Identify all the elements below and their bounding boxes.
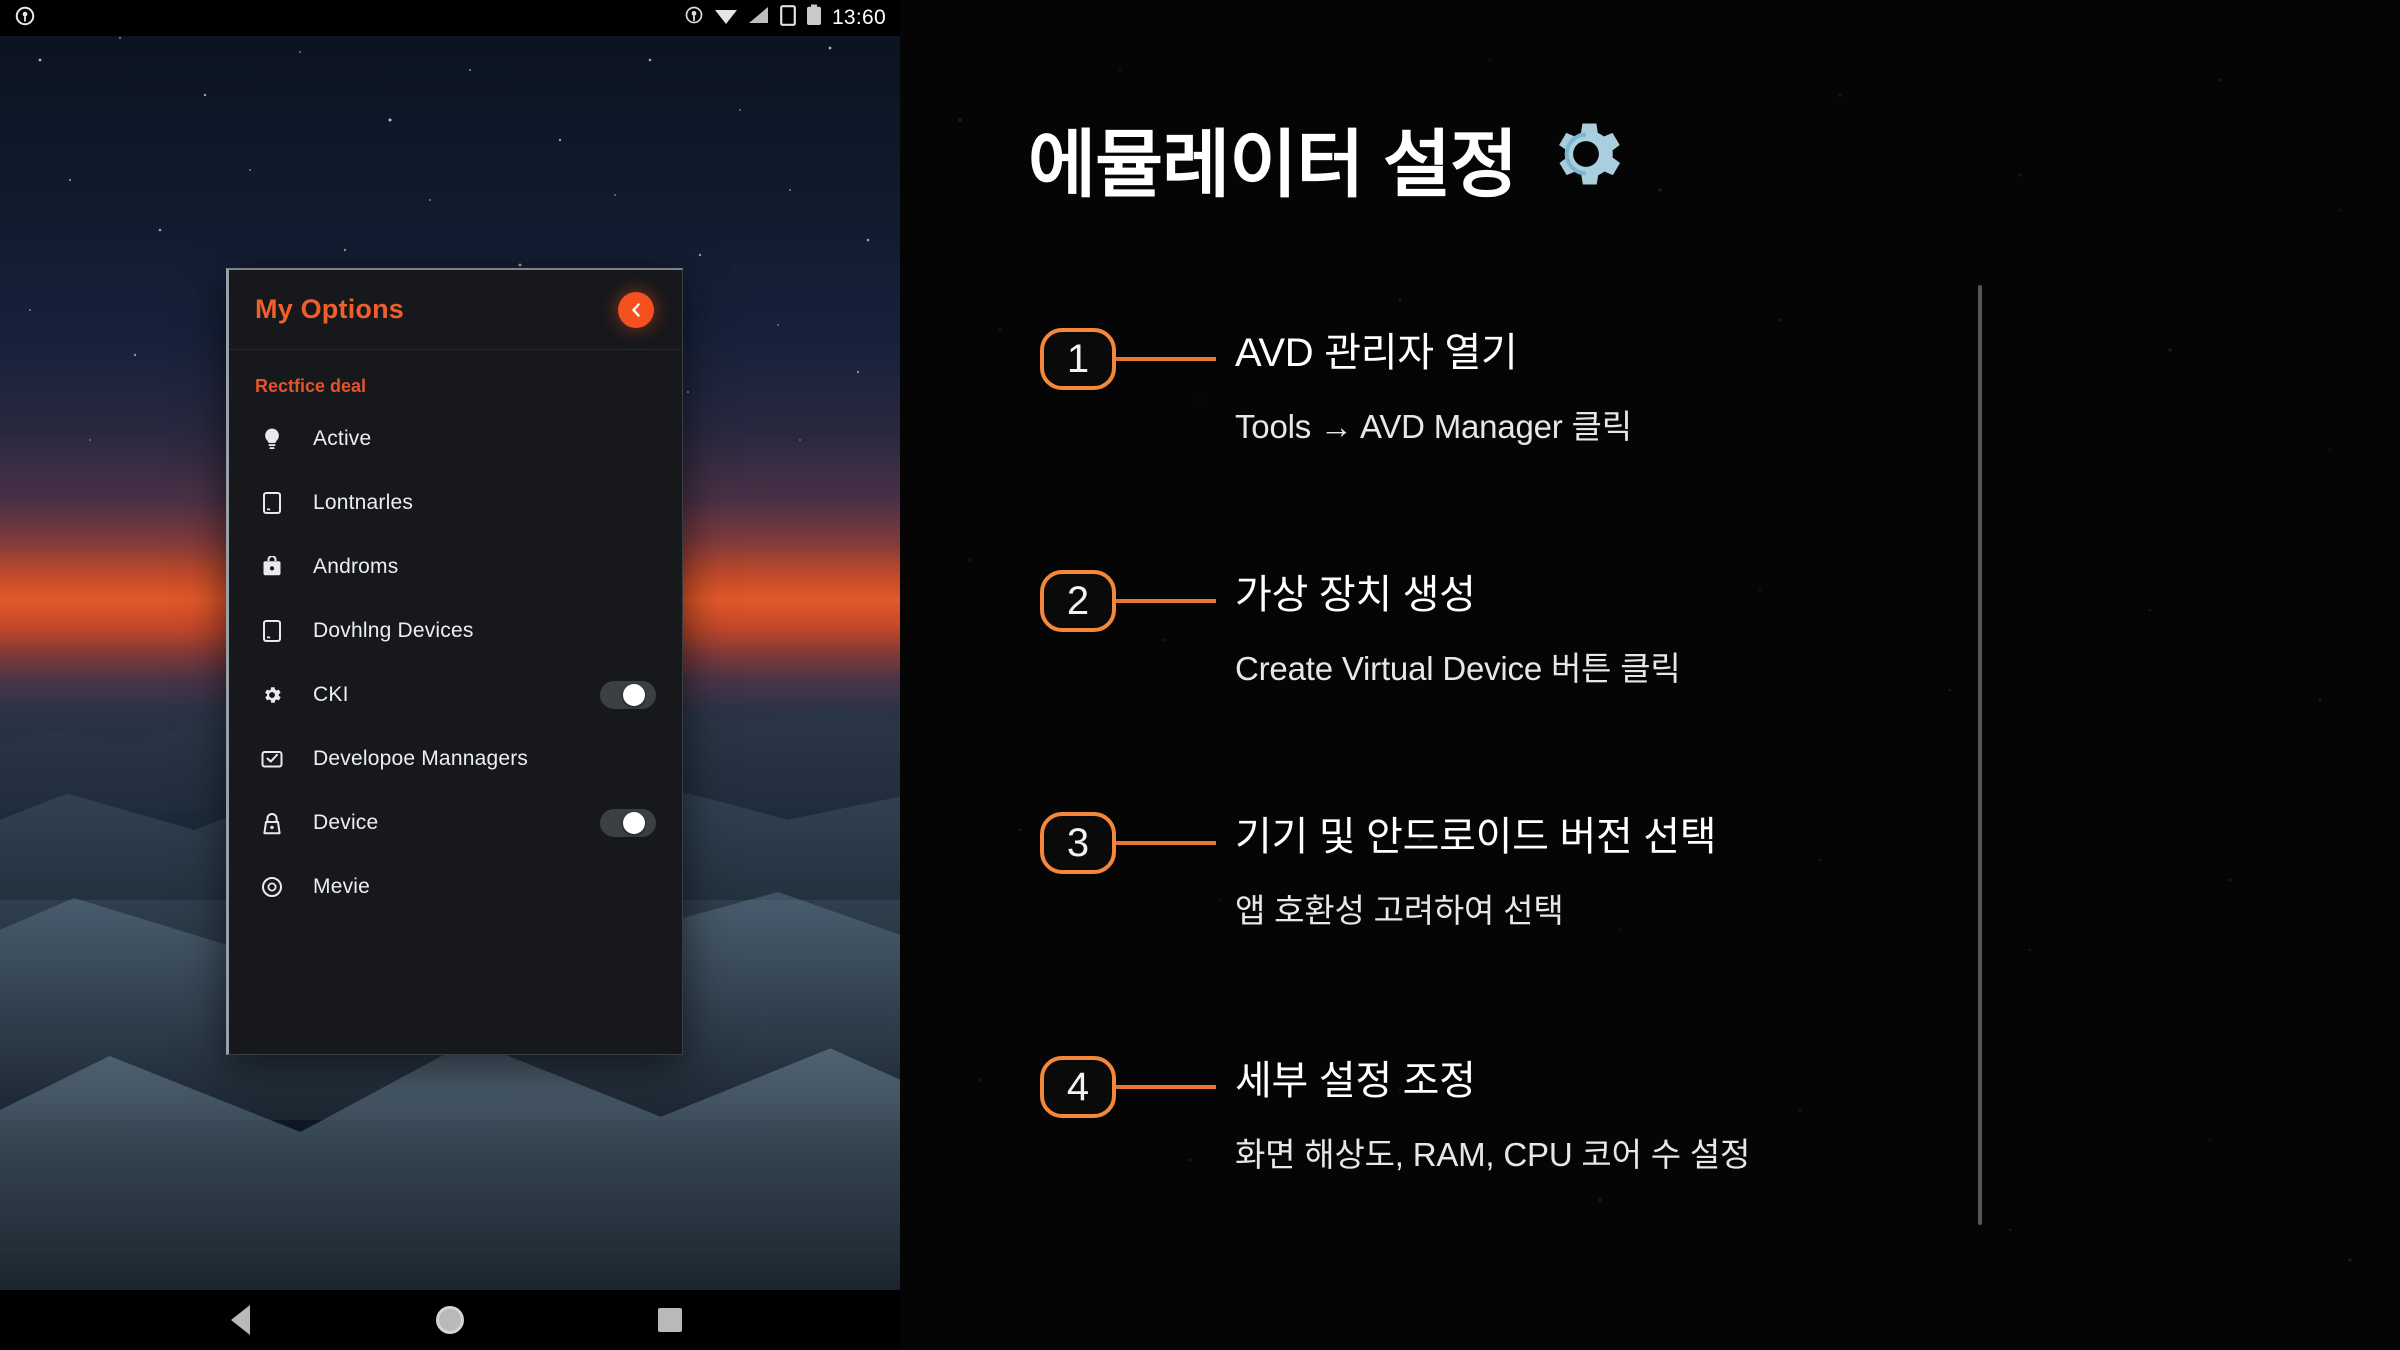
menu-item-androms[interactable]: Androms [229, 535, 682, 599]
battery-icon [806, 4, 822, 32]
menu-item-toggle-device[interactable] [600, 809, 656, 837]
step-connector [1116, 357, 1216, 361]
tablet-icon [255, 619, 289, 643]
drawer-header: My Options [229, 270, 682, 350]
menu-item-active[interactable]: Active [229, 407, 682, 471]
step-connector [1116, 1085, 1216, 1089]
wifi-icon [714, 5, 738, 31]
drawer-section-label: Rectfice deal [255, 376, 367, 396]
step-subtitle: 앱 호환성 고려하여 선택 [1235, 892, 1564, 929]
step-title: 가상 장치 생성 [1235, 573, 1476, 617]
emulator-setup-panel: 에뮬레이터 설정 1 AVD 관리자 열기 Tools → AVD Manage… [900, 0, 2400, 1350]
drawer-menu-list: Active Lontnarles Androms Dovhlng Device… [229, 403, 682, 919]
menu-item-mevie[interactable]: Mevie [229, 855, 682, 919]
menu-item-label: Developoe Mannagers [313, 747, 529, 770]
step-number-badge: 3 [1040, 812, 1116, 874]
page-title: 에뮬레이터 설정 [1028, 105, 1629, 212]
step-connector [1116, 841, 1216, 845]
signal-icon [748, 5, 770, 31]
status-bar-left [14, 5, 36, 32]
back-button[interactable] [210, 1290, 270, 1350]
menu-item-dovhlng-devices[interactable]: Dovhlng Devices [229, 599, 682, 663]
menu-item-label: Device [313, 811, 379, 834]
drawer-title: My Options [255, 294, 404, 324]
screen-root: 13:60 My Options Rectfice deal Active Lo… [0, 0, 2400, 1350]
gear-icon [1543, 111, 1629, 207]
app-badge-icon [14, 5, 36, 32]
menu-item-lontnarles[interactable]: Lontnarles [229, 471, 682, 535]
menu-item-label: Androms [313, 555, 399, 578]
page-title-text: 에뮬레이터 설정 [1028, 123, 1518, 206]
step-title: 세부 설정 조정 [1235, 1059, 1476, 1103]
home-circle-icon [436, 1306, 464, 1334]
gear-icon [255, 684, 289, 706]
lock-bag-icon [255, 556, 289, 578]
step-number-badge: 2 [1040, 570, 1116, 632]
lightbulb-icon [255, 427, 289, 451]
home-button[interactable] [420, 1290, 480, 1350]
android-device-panel: 13:60 My Options Rectfice deal Active Lo… [0, 0, 900, 1350]
recents-button[interactable] [640, 1290, 700, 1350]
timeline-line [1978, 285, 1982, 1225]
status-bar-right: 13:60 [684, 4, 886, 32]
menu-item-toggle-cki[interactable] [600, 681, 656, 709]
menu-item-device[interactable]: Device [229, 791, 682, 855]
step-title: 기기 및 안드로이드 버전 선택 [1235, 815, 1717, 859]
menu-item-label: CKI [313, 683, 349, 706]
menu-item-label: Lontnarles [313, 491, 414, 514]
chevron-left-icon [632, 303, 640, 317]
collapse-drawer-button[interactable] [618, 292, 654, 328]
lock-icon [255, 812, 289, 835]
status-bar: 13:60 [0, 0, 900, 36]
sim-icon [780, 4, 796, 32]
inbox-check-icon [255, 749, 289, 769]
menu-item-developoe-mannagers[interactable]: Developoe Mannagers [229, 727, 682, 791]
location-icon [684, 5, 704, 31]
step-title: AVD 관리자 열기 [1235, 331, 1518, 375]
recents-square-icon [658, 1308, 682, 1332]
menu-item-label: Dovhlng Devices [313, 619, 474, 642]
step-number-badge: 1 [1040, 328, 1116, 390]
status-bar-clock: 13:60 [831, 6, 886, 29]
navigation-bar [0, 1290, 900, 1350]
menu-item-label: Mevie [313, 875, 371, 898]
step-subtitle: Tools → AVD Manager 클릭 [1235, 408, 1632, 445]
menu-item-cki[interactable]: CKI [229, 663, 682, 727]
step-subtitle: 화면 해상도, RAM, CPU 코어 수 설정 [1235, 1136, 1751, 1173]
disc-icon [255, 876, 289, 898]
step-number-badge: 4 [1040, 1056, 1116, 1118]
tablet-icon [255, 491, 289, 515]
options-drawer: My Options Rectfice deal Active Lontnarl… [226, 268, 683, 1055]
menu-item-label: Active [313, 427, 372, 450]
step-connector [1116, 599, 1216, 603]
step-subtitle: Create Virtual Device 버튼 클릭 [1235, 650, 1681, 687]
back-triangle-icon [230, 1305, 250, 1335]
